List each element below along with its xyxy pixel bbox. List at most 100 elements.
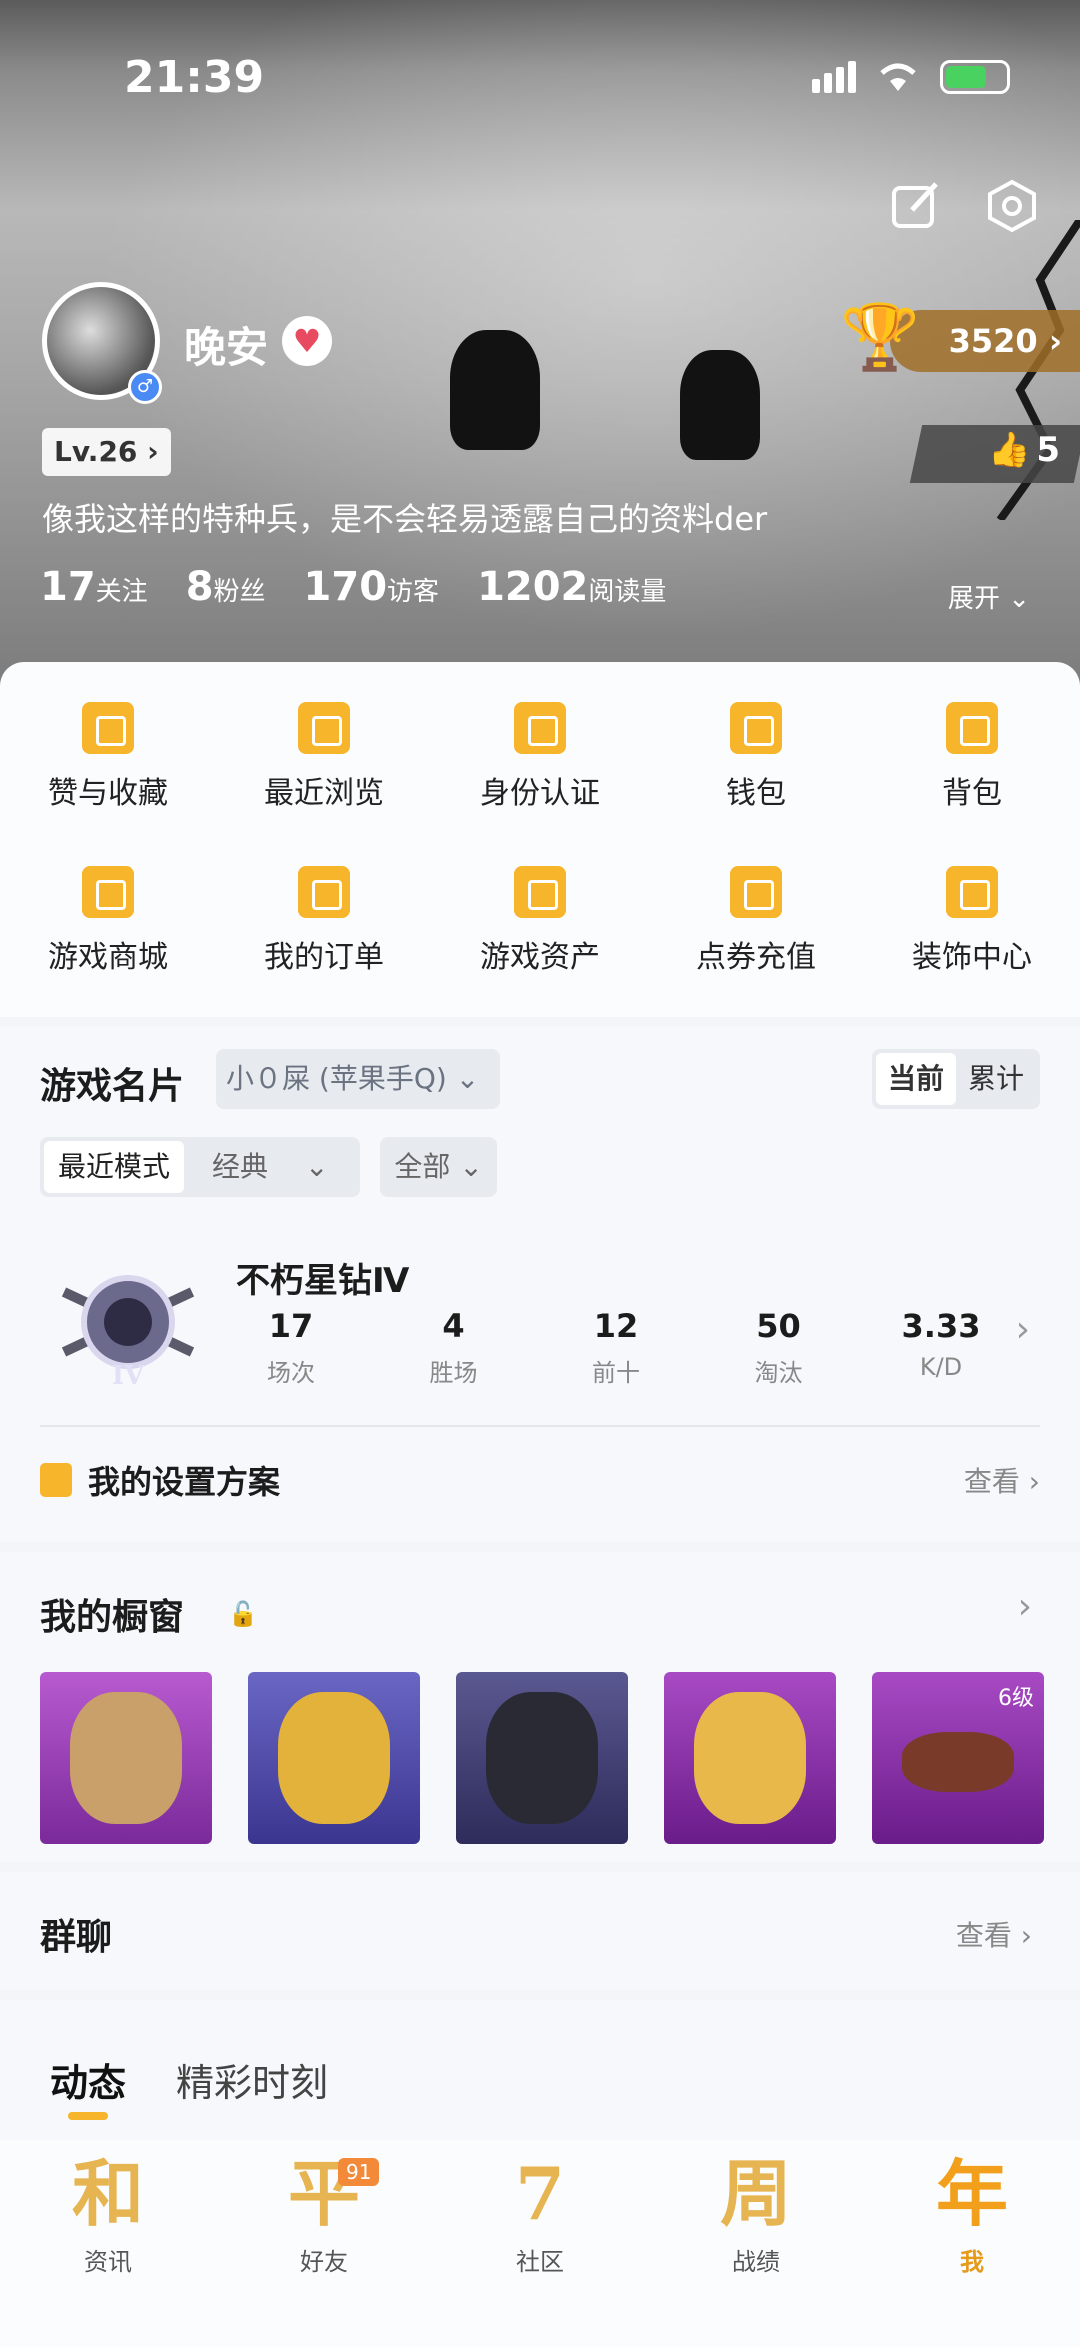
grid-item-shop[interactable]: 游戏商城: [0, 866, 216, 976]
seg-total[interactable]: 累计: [956, 1053, 1036, 1105]
stat-following[interactable]: 17关注: [40, 564, 148, 610]
nav-label: 我: [960, 2248, 984, 2276]
showcase-item[interactable]: [248, 1672, 420, 1844]
stat-num: 8: [185, 564, 214, 610]
group-view[interactable]: 查看 ›: [956, 1914, 1032, 1954]
rank-stat: 12 前十: [561, 1307, 671, 1388]
nav-community[interactable]: 7 社区: [432, 2140, 648, 2347]
stat-label: 关注: [95, 577, 148, 607]
level-badge[interactable]: Lv.26 ›: [42, 428, 171, 476]
grid-item-decor[interactable]: 装饰中心: [864, 866, 1080, 976]
wifi-icon: [880, 63, 916, 91]
grid-item-wallet[interactable]: 钱包: [648, 702, 864, 812]
mode-classic[interactable]: 经典 ⌄: [184, 1141, 356, 1193]
rifle-art: [902, 1732, 1014, 1792]
grid-item-backpack[interactable]: 背包: [864, 702, 1080, 812]
stat-label: 阅读量: [588, 577, 667, 607]
nickname: 晚安: [184, 323, 269, 372]
stat-fans[interactable]: 8粉丝: [186, 564, 266, 610]
stat-label: 访客: [387, 577, 440, 607]
seg-current[interactable]: 当前: [875, 1053, 956, 1105]
rank-stat: 17 场次: [236, 1307, 346, 1388]
grid-item-orders[interactable]: 我的订单: [216, 866, 432, 976]
grid-label: 游戏商城: [48, 940, 168, 975]
tab-indicator: [68, 2112, 108, 2120]
grid-label: 装饰中心: [912, 940, 1032, 975]
stat-num: 170: [303, 564, 388, 610]
showcase-section: 我的橱窗 🔓 › 6级: [0, 1552, 1080, 1862]
male-icon: ♂: [128, 370, 162, 404]
grid-item-verify[interactable]: 身份认证: [432, 702, 648, 812]
grid-label: 我的订单: [264, 940, 384, 975]
settings-row[interactable]: 我的设置方案 查看 ›: [40, 1457, 1040, 1503]
rank-stat-value: 3.33: [901, 1307, 981, 1345]
game-card: 游戏名片 小０屎 (苹果手Q) ⌄ 当前 累计 最近模式 经典 ⌄ 全部 ⌄ I…: [0, 1027, 1080, 1542]
rank-stat-label: K/D: [919, 1353, 963, 1381]
mode-recent[interactable]: 最近模式: [44, 1141, 185, 1193]
rank-stats: 17 场次 4 胜场 12 前十 50 淘汰 3.33 K/D: [236, 1307, 996, 1388]
grid-label: 游戏资产: [480, 940, 600, 975]
rank-stat-value: 4: [442, 1307, 465, 1345]
nav-news[interactable]: 和资讯: [0, 2140, 216, 2347]
divider: [40, 1425, 1040, 1427]
stat-visitors[interactable]: 170访客: [304, 564, 440, 610]
group-chat-row[interactable]: 群聊 查看 ›: [0, 1872, 1080, 1990]
likes-badge[interactable]: 👍 5: [988, 430, 1060, 470]
content-tabs: 动态 精彩时刻: [0, 2000, 1080, 2140]
stat-num: 17: [40, 564, 96, 610]
heart-icon[interactable]: ♥: [282, 316, 332, 366]
settings-label: 我的设置方案: [88, 1463, 281, 1501]
grid-label: 钱包: [726, 776, 786, 811]
grid-item-likes[interactable]: 赞与收藏: [0, 702, 216, 812]
chevron-down-icon: ⌄: [1008, 584, 1030, 614]
grid-item-recharge[interactable]: 点券充值: [648, 866, 864, 976]
showcase-item[interactable]: [40, 1672, 212, 1844]
mode-all[interactable]: 全部 ⌄: [380, 1137, 497, 1197]
settings-icon[interactable]: [984, 178, 1040, 234]
mode-all-label: 全部: [394, 1150, 451, 1183]
settings-view[interactable]: 查看 ›: [964, 1460, 1040, 1500]
community-icon: 7: [514, 2151, 566, 2236]
nav-label: 好友: [300, 2248, 348, 2276]
edit-icon[interactable]: [888, 178, 944, 234]
expand-label: 展开: [947, 584, 1000, 614]
showcase-item[interactable]: 6级: [872, 1672, 1044, 1844]
lock-icon: 🔓: [228, 1600, 258, 1628]
grid-item-recent[interactable]: 最近浏览: [216, 702, 432, 812]
tab-highlights[interactable]: 精彩时刻: [176, 2052, 328, 2107]
account-select[interactable]: 小０屎 (苹果手Q) ⌄: [216, 1049, 500, 1109]
chevron-down-icon: ⌄: [459, 1150, 483, 1183]
chevron-right-icon[interactable]: ›: [1018, 1586, 1032, 1627]
rank-stat: 50 淘汰: [724, 1307, 834, 1388]
bottom-nav: 和资讯 平 91 好友 7 社区 周战绩 年我: [0, 2140, 1080, 2347]
rank-stat: 3.33 K/D: [886, 1307, 996, 1388]
rank-stat-label: 淘汰: [754, 1359, 803, 1387]
showcase-item[interactable]: [664, 1672, 836, 1844]
rank-badge-icon: IV: [61, 1275, 195, 1391]
nav-records[interactable]: 周战绩: [648, 2140, 864, 2347]
rank-stat-value: 17: [268, 1307, 314, 1345]
golden-mount-art: [694, 1692, 806, 1824]
nav-me[interactable]: 年我: [864, 2140, 1080, 2347]
signal-icon: [812, 61, 856, 93]
feature-panel: 赞与收藏 最近浏览 身份认证 钱包 背包 游戏商城 我的订单 游戏资产 点券充值…: [0, 662, 1080, 1017]
outfit-art: [70, 1692, 182, 1824]
period-toggle: 当前 累计: [871, 1049, 1040, 1109]
bio: 像我这样的特种兵，是不会轻易透露自己的资料der: [42, 500, 768, 538]
tab-moments[interactable]: 动态: [50, 2052, 126, 2107]
stat-reads[interactable]: 1202阅读量: [477, 564, 666, 610]
grid-label: 点券充值: [696, 940, 816, 975]
showcase-item[interactable]: [456, 1672, 628, 1844]
nav-label: 资讯: [84, 2248, 132, 2276]
rank-stat: 4 胜场: [399, 1307, 509, 1388]
golden-set-art: [278, 1692, 390, 1824]
grid-item-assets[interactable]: 游戏资产: [432, 866, 648, 976]
view-label: 查看: [955, 1919, 1012, 1952]
nav-friends[interactable]: 平 91 好友: [216, 2140, 432, 2347]
expand-button[interactable]: 展开 ⌄: [948, 578, 1030, 615]
likes-favorites-icon: [82, 702, 134, 754]
status-icons: [812, 60, 1010, 94]
chevron-right-icon[interactable]: ›: [1016, 1309, 1030, 1350]
backpack-icon: [946, 702, 998, 754]
view-label: 查看: [963, 1465, 1020, 1498]
